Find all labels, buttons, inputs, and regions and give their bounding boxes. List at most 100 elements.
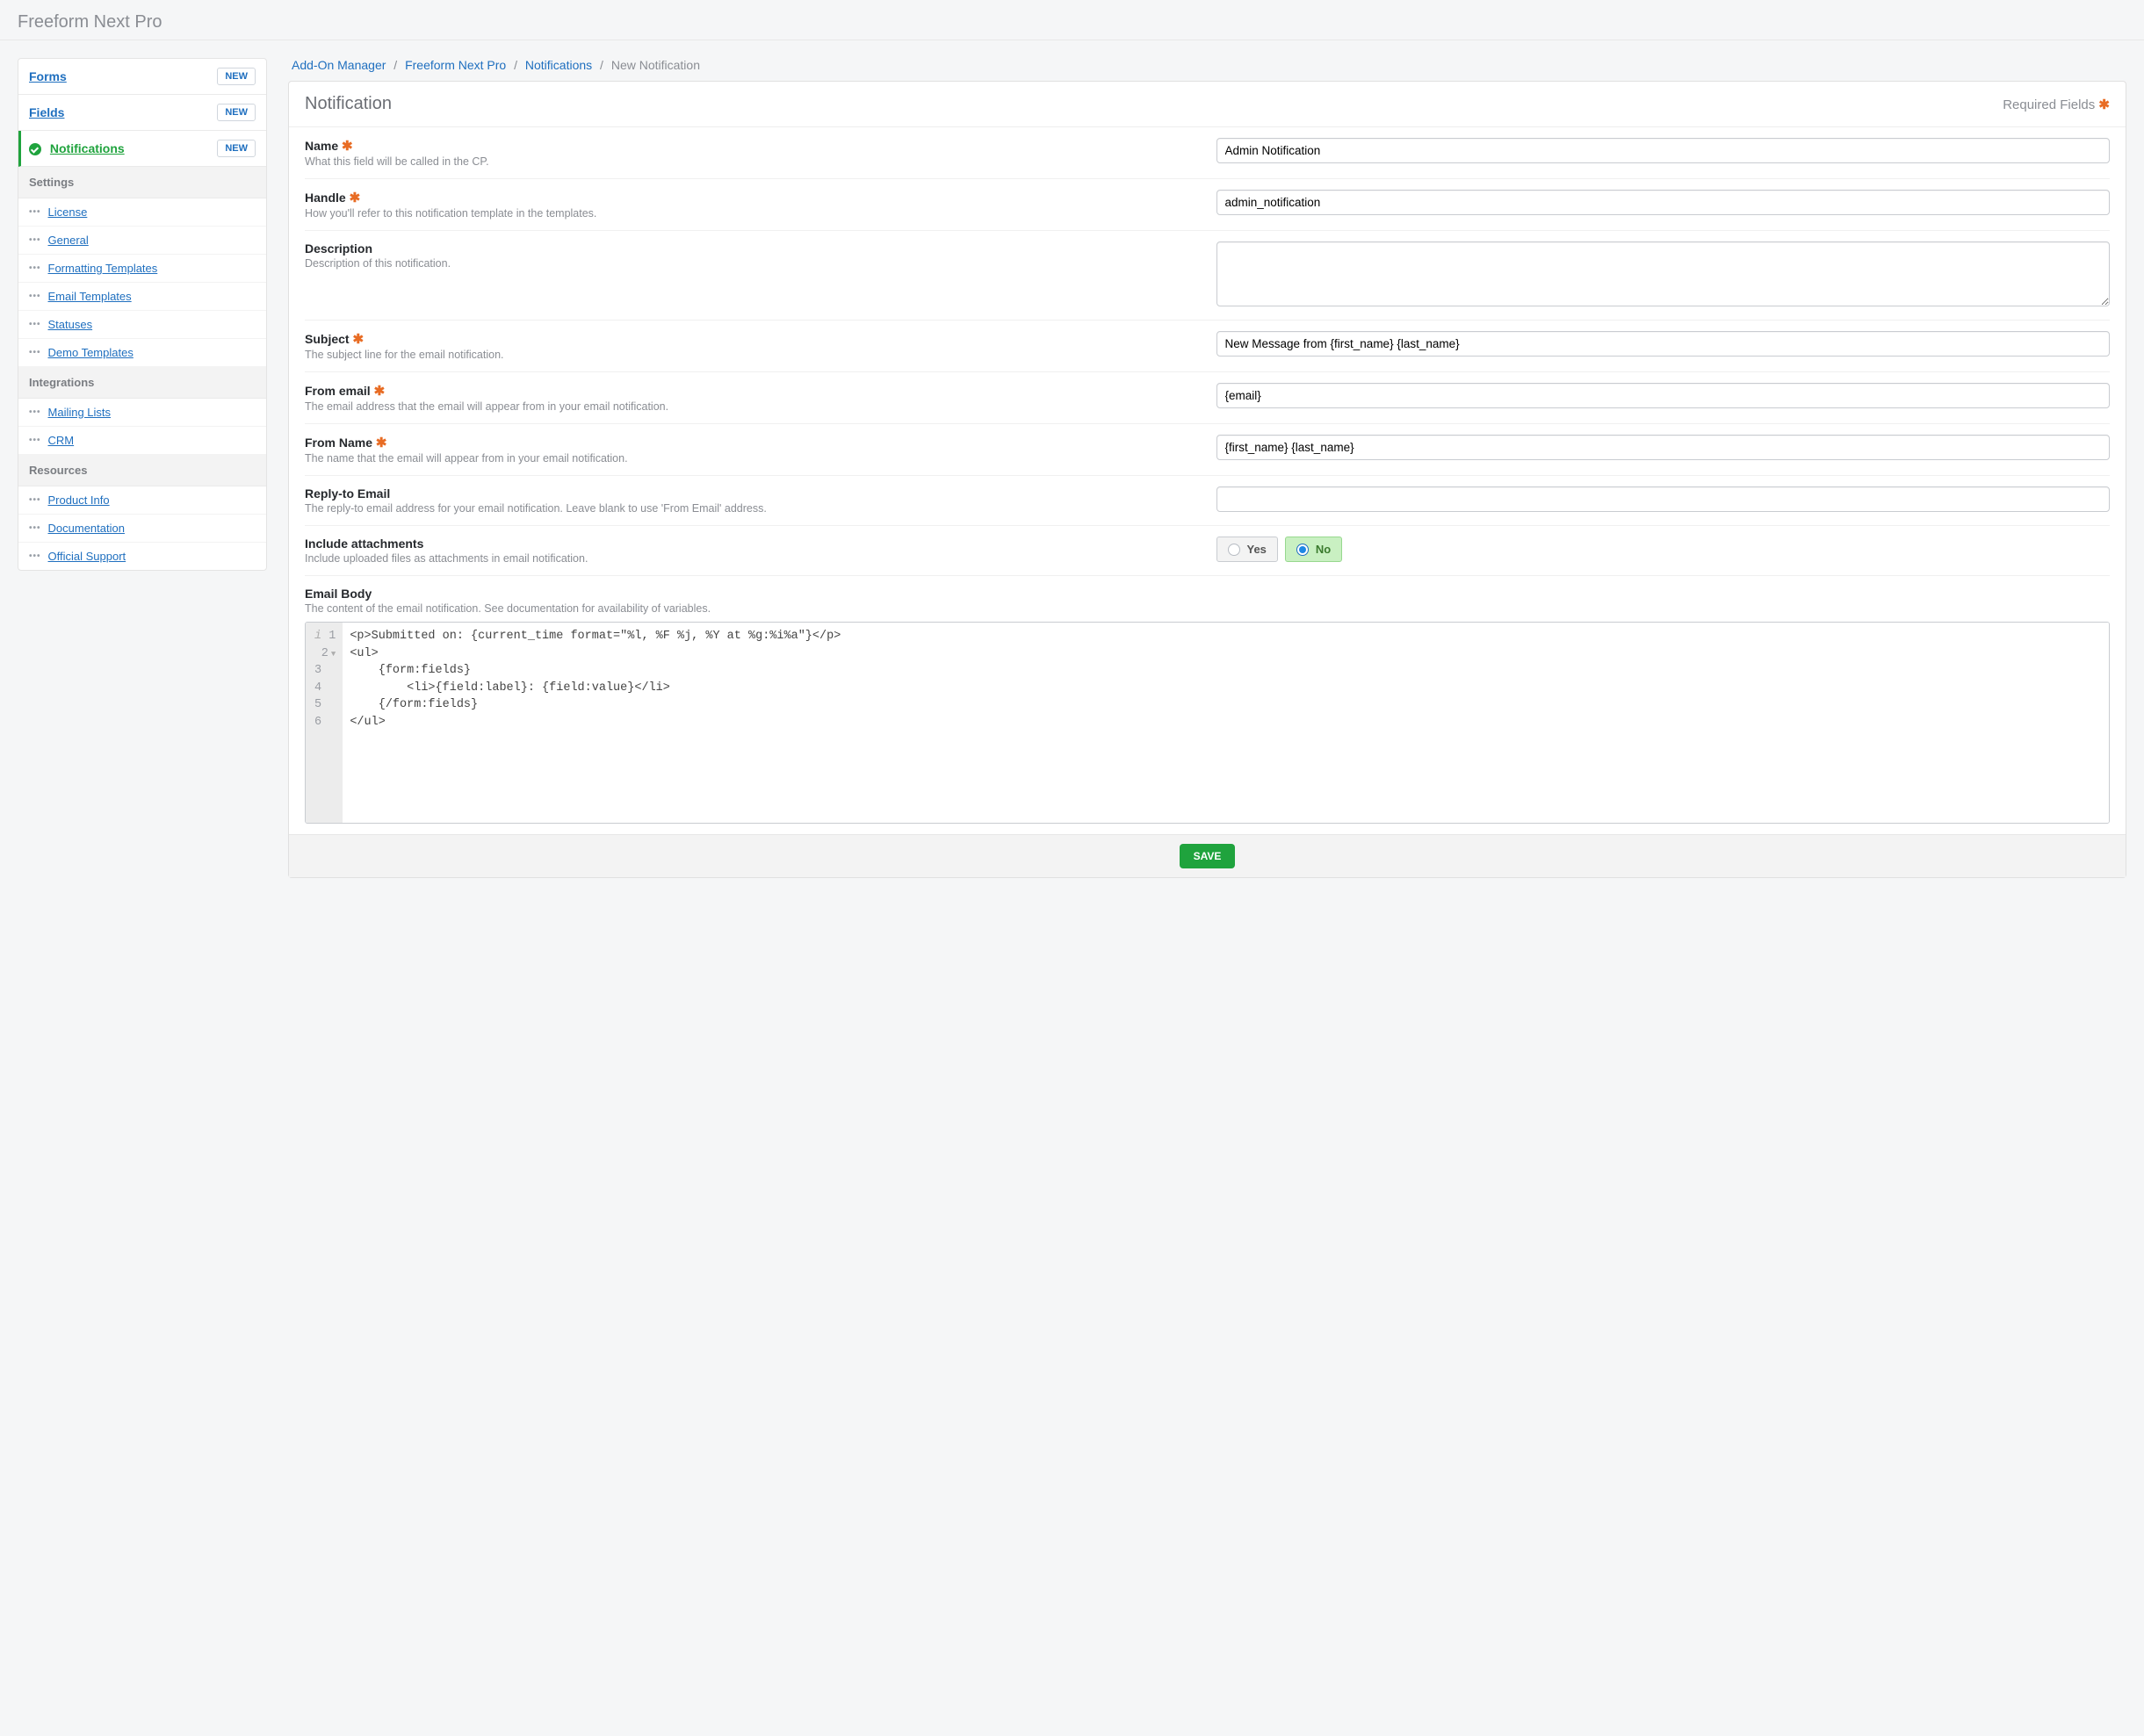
field-hint: How you'll refer to this notification te… [305, 207, 1199, 220]
field-hint: The content of the email notification. S… [305, 602, 2110, 615]
dots-icon: ••• [29, 436, 41, 445]
sidebar-item-forms[interactable]: Forms NEW [18, 59, 266, 95]
name-input[interactable] [1216, 138, 2111, 163]
field-hint: Description of this notification. [305, 257, 1199, 270]
asterisk-icon: ✱ [2098, 97, 2110, 112]
sidebar-item-formatting-templates[interactable]: •••Formatting Templates [18, 255, 266, 283]
sidebar-item-email-templates[interactable]: •••Email Templates [18, 283, 266, 311]
editor-code[interactable]: <p>Submitted on: {current_time format="%… [343, 623, 2109, 823]
sidebar-item-general[interactable]: •••General [18, 227, 266, 255]
field-label: Handle ✱ [305, 190, 1199, 205]
dots-icon: ••• [29, 524, 41, 533]
field-row-body: Email Body The content of the email noti… [305, 576, 2110, 834]
dots-icon: ••• [29, 321, 41, 329]
field-label: Include attachments [305, 537, 1199, 551]
page-title: Freeform Next Pro [0, 0, 2144, 40]
dots-icon: ••• [29, 264, 41, 273]
attachments-radio-group: Yes No [1216, 537, 2111, 562]
asterisk-icon: ✱ [350, 191, 361, 205]
field-row-reply-to: Reply-to Email The reply-to email addres… [305, 476, 2110, 526]
asterisk-icon: ✱ [374, 384, 386, 399]
field-row-description: Description Description of this notifica… [305, 231, 2110, 321]
sidebar-item-official-support[interactable]: •••Official Support [18, 543, 266, 570]
dots-icon: ••• [29, 236, 41, 245]
field-row-name: Name ✱ What this field will be called in… [305, 127, 2110, 179]
field-hint: The name that the email will appear from… [305, 452, 1199, 465]
dots-icon: ••• [29, 292, 41, 301]
dots-icon: ••• [29, 349, 41, 357]
sidebar-group-resources: Resources [18, 455, 266, 486]
subject-input[interactable] [1216, 331, 2111, 357]
field-hint: Include uploaded files as attachments in… [305, 552, 1199, 565]
from-name-input[interactable] [1216, 435, 2111, 460]
sidebar-item-statuses[interactable]: •••Statuses [18, 311, 266, 339]
radio-icon [1296, 544, 1309, 556]
asterisk-icon: ✱ [352, 332, 364, 347]
new-button[interactable]: NEW [217, 140, 256, 157]
breadcrumb-link[interactable]: Notifications [525, 58, 592, 72]
breadcrumb: Add-On Manager / Freeform Next Pro / Not… [288, 58, 2126, 81]
sidebar-item-notifications[interactable]: Notifications NEW [18, 131, 266, 167]
field-label: Description [305, 241, 1199, 256]
field-row-from-email: From email ✱ The email address that the … [305, 372, 2110, 424]
dots-icon: ••• [29, 208, 41, 217]
field-label: Reply-to Email [305, 486, 1199, 501]
radio-yes[interactable]: Yes [1216, 537, 1278, 562]
from-email-input[interactable] [1216, 383, 2111, 408]
email-body-editor[interactable]: i 1 2▼ 3 4 5 6 <p>Submitted on: {current… [305, 622, 2110, 824]
sidebar-item-demo-templates[interactable]: •••Demo Templates [18, 339, 266, 367]
panel-header: Notification Required Fields ✱ [289, 82, 2126, 127]
panel-footer: SAVE [289, 834, 2126, 877]
field-row-handle: Handle ✱ How you'll refer to this notifi… [305, 179, 2110, 231]
panel-title: Notification [305, 94, 392, 114]
breadcrumb-sep: / [600, 58, 603, 72]
radio-icon [1228, 544, 1240, 556]
breadcrumb-sep: / [514, 58, 517, 72]
required-fields-hint: Required Fields ✱ [2003, 97, 2110, 112]
sidebar-group-settings: Settings [18, 167, 266, 198]
breadcrumb-link[interactable]: Add-On Manager [292, 58, 386, 72]
sidebar-item-license[interactable]: •••License [18, 198, 266, 227]
sidebar: Forms NEW Fields NEW Notifications NEW S… [18, 58, 267, 571]
check-circle-icon [29, 143, 41, 155]
sidebar-item-product-info[interactable]: •••Product Info [18, 486, 266, 515]
editor-gutter: i 1 2▼ 3 4 5 6 [306, 623, 343, 823]
description-textarea[interactable] [1216, 241, 2111, 306]
dots-icon: ••• [29, 408, 41, 417]
field-label: Subject ✱ [305, 331, 1199, 347]
sidebar-link[interactable]: Notifications [50, 141, 125, 155]
sidebar-link[interactable]: Fields [29, 105, 64, 119]
new-button[interactable]: NEW [217, 104, 256, 121]
sidebar-link[interactable]: Forms [29, 69, 67, 83]
new-button[interactable]: NEW [217, 68, 256, 85]
field-label: From Name ✱ [305, 435, 1199, 450]
field-hint: The reply-to email address for your emai… [305, 502, 1199, 515]
asterisk-icon: ✱ [342, 139, 353, 154]
sidebar-item-crm[interactable]: •••CRM [18, 427, 266, 455]
save-button[interactable]: SAVE [1180, 844, 1236, 868]
sidebar-item-mailing-lists[interactable]: •••Mailing Lists [18, 399, 266, 427]
field-label: Email Body [305, 587, 2110, 601]
handle-input[interactable] [1216, 190, 2111, 215]
dots-icon: ••• [29, 552, 41, 561]
breadcrumb-current: New Notification [611, 58, 700, 72]
field-row-attachments: Include attachments Include uploaded fil… [305, 526, 2110, 576]
field-label: From email ✱ [305, 383, 1199, 399]
sidebar-item-fields[interactable]: Fields NEW [18, 95, 266, 131]
dots-icon: ••• [29, 496, 41, 505]
field-hint: What this field will be called in the CP… [305, 155, 1199, 168]
form-panel: Notification Required Fields ✱ Name ✱ Wh… [288, 81, 2126, 878]
field-hint: The email address that the email will ap… [305, 400, 1199, 413]
breadcrumb-link[interactable]: Freeform Next Pro [405, 58, 506, 72]
sidebar-item-documentation[interactable]: •••Documentation [18, 515, 266, 543]
field-hint: The subject line for the email notificat… [305, 349, 1199, 361]
breadcrumb-sep: / [393, 58, 397, 72]
radio-no[interactable]: No [1285, 537, 1342, 562]
main-content: Add-On Manager / Freeform Next Pro / Not… [288, 58, 2126, 878]
field-label: Name ✱ [305, 138, 1199, 154]
reply-to-input[interactable] [1216, 486, 2111, 512]
sidebar-group-integrations: Integrations [18, 367, 266, 399]
asterisk-icon: ✱ [376, 436, 387, 450]
field-row-from-name: From Name ✱ The name that the email will… [305, 424, 2110, 476]
field-row-subject: Subject ✱ The subject line for the email… [305, 321, 2110, 372]
